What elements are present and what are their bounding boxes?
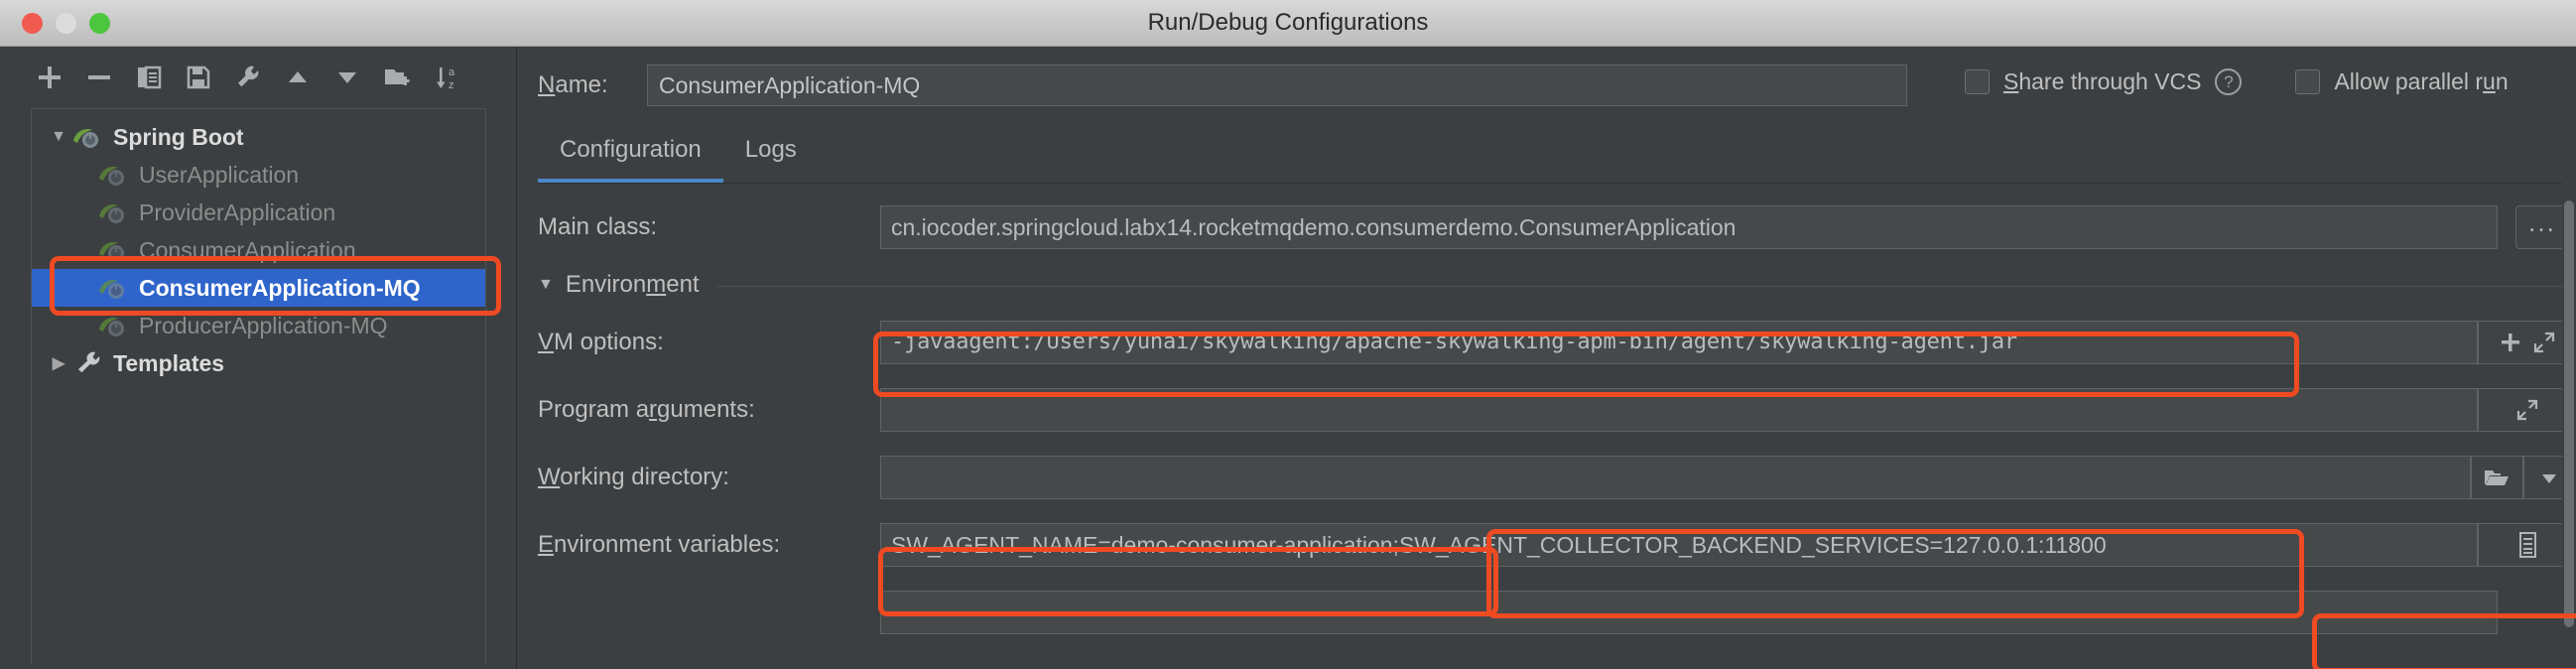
wrench-icon <box>238 66 259 87</box>
configurations-toolbar: a z <box>0 47 517 108</box>
working-directory-input[interactable] <box>880 456 2471 499</box>
tree-group-templates[interactable]: ▶ Templates <box>32 344 485 382</box>
environment-variables-label: Environment variables: <box>538 531 781 558</box>
remove-configuration-button[interactable] <box>79 58 119 97</box>
collapse-arrow-icon[interactable]: ▶ <box>46 353 71 373</box>
partial-bottom-input[interactable] <box>880 591 2498 634</box>
tree-item-userapplication[interactable]: UserApplication <box>32 156 485 194</box>
environment-variables-row: Environment variables: SW_AGENT_NAME=dem… <box>538 511 2576 579</box>
svg-text:z: z <box>449 79 454 91</box>
spring-boot-icon <box>97 237 135 263</box>
main-class-row: Main class: cn.iocoder.springcloud.labx1… <box>538 194 2576 261</box>
sort-alphabetically-button[interactable]: a z <box>427 58 466 97</box>
tree-item-producerapplication-mq[interactable]: ProducerApplication-MQ <box>32 307 485 344</box>
tree-group-spring-boot[interactable]: ▼ Spring Boot <box>32 118 485 156</box>
vm-options-label: VM options: <box>538 329 664 355</box>
folder-icon <box>2485 470 2510 485</box>
tree-item-consumerapplication-mq[interactable]: ConsumerApplication-MQ <box>32 269 485 307</box>
spring-boot-icon <box>97 200 135 225</box>
spring-boot-icon <box>71 124 109 150</box>
sort-az-icon: a z <box>437 67 455 91</box>
plus-icon <box>39 67 61 88</box>
tree-item-label: ConsumerApplication <box>139 236 356 263</box>
section-divider <box>716 285 2576 287</box>
vm-options-input[interactable]: -javaagent:/Users/yunai/skywalking/apach… <box>880 321 2479 364</box>
name-label-rest: ame: <box>555 71 608 98</box>
folder-plus-icon <box>385 69 410 85</box>
environment-variables-input[interactable]: SW_AGENT_NAME=demo-consumer-application;… <box>880 523 2479 567</box>
environment-section-label: Environment <box>565 271 700 298</box>
run-debug-configurations-window: Run/Debug Configurations a z ▼ Spring Bo… <box>0 0 2576 669</box>
help-icon[interactable]: ? <box>2215 68 2243 95</box>
program-arguments-row: Program arguments: <box>538 376 2576 444</box>
editor-tabs: Configuration Logs <box>538 128 2572 184</box>
save-configuration-button[interactable] <box>179 58 218 97</box>
list-edit-icon <box>2518 532 2536 558</box>
tree-item-providerapplication[interactable]: ProviderApplication <box>32 194 485 231</box>
triangle-down-icon <box>338 72 356 83</box>
allow-parallel-run-label: Allow parallel run <box>2334 68 2509 94</box>
section-expand-arrow-icon[interactable]: ▼ <box>538 276 554 294</box>
copy-configuration-button[interactable] <box>129 58 169 97</box>
spring-boot-icon <box>97 275 135 301</box>
minus-icon <box>88 75 110 79</box>
configuration-form: Main class: cn.iocoder.springcloud.labx1… <box>538 194 2576 646</box>
name-label-mnemonic: N <box>538 71 556 98</box>
expand-icon <box>2516 399 2537 421</box>
name-label: Name: <box>538 71 647 99</box>
configurations-tree[interactable]: ▼ Spring Boot UserApplication ProviderAp… <box>31 108 486 664</box>
working-directory-browse-button[interactable] <box>2470 456 2523 499</box>
name-input[interactable]: ConsumerApplication-MQ <box>647 65 1907 106</box>
wrench-icon <box>71 350 109 376</box>
tree-item-label: UserApplication <box>139 161 300 188</box>
share-through-vcs-checkbox[interactable] <box>1965 69 1990 94</box>
chevron-down-icon <box>2542 474 2557 483</box>
window-title: Run/Debug Configurations <box>1147 9 1429 36</box>
edit-templates-button[interactable] <box>228 58 268 97</box>
name-row: Name: ConsumerApplication-MQ <box>538 65 1907 106</box>
scrollbar-thumb[interactable] <box>2564 201 2574 627</box>
partial-bottom-row <box>538 579 2576 646</box>
tree-group-label: Templates <box>113 349 225 376</box>
new-folder-button[interactable] <box>377 58 417 97</box>
options-group: Share through VCS ? Allow parallel run <box>1965 68 2509 95</box>
tree-group-label: Spring Boot <box>113 123 244 150</box>
title-bar: Run/Debug Configurations <box>0 0 2576 47</box>
triangle-up-icon <box>289 71 307 82</box>
spring-boot-icon <box>97 313 135 338</box>
save-icon <box>187 66 210 89</box>
main-class-input[interactable]: cn.iocoder.springcloud.labx14.rocketmqde… <box>880 205 2498 249</box>
tree-item-consumerapplication[interactable]: ConsumerApplication <box>32 231 485 269</box>
configurations-panel: a z ▼ Spring Boot UserApplication Provid… <box>0 47 517 669</box>
tab-configuration[interactable]: Configuration <box>538 128 723 183</box>
tree-item-label: ProviderApplication <box>139 199 336 225</box>
environment-section-header[interactable]: ▼ Environment <box>538 261 2576 309</box>
expand-icon <box>2533 332 2554 353</box>
svg-text:a: a <box>449 67 455 78</box>
tab-logs[interactable]: Logs <box>723 128 819 183</box>
program-arguments-label: Program arguments: <box>538 396 755 423</box>
program-arguments-input[interactable] <box>880 388 2479 432</box>
copy-icon <box>138 66 162 89</box>
allow-parallel-run-checkbox[interactable] <box>2295 69 2321 94</box>
main-class-label: Main class: <box>538 213 658 240</box>
vertical-scrollbar[interactable] <box>2562 47 2576 669</box>
working-directory-row: Working directory: <box>538 444 2576 511</box>
vm-options-row: VM options: -javaagent:/Users/yunai/skyw… <box>538 309 2576 376</box>
working-directory-label: Working directory: <box>538 464 729 490</box>
share-through-vcs-label: Share through VCS <box>2003 68 2202 94</box>
tree-item-label: ConsumerApplication-MQ <box>139 274 421 301</box>
configuration-editor-panel: Name: ConsumerApplication-MQ Share throu… <box>518 47 2576 669</box>
move-down-button[interactable] <box>327 58 367 97</box>
main-class-browse-button[interactable]: ... <box>2515 205 2569 249</box>
add-configuration-button[interactable] <box>30 58 69 97</box>
expand-arrow-icon[interactable]: ▼ <box>46 128 71 146</box>
tree-item-label: ProducerApplication-MQ <box>139 312 388 338</box>
move-up-button[interactable] <box>278 58 318 97</box>
plus-icon <box>2501 334 2519 351</box>
spring-boot-icon <box>97 162 135 188</box>
